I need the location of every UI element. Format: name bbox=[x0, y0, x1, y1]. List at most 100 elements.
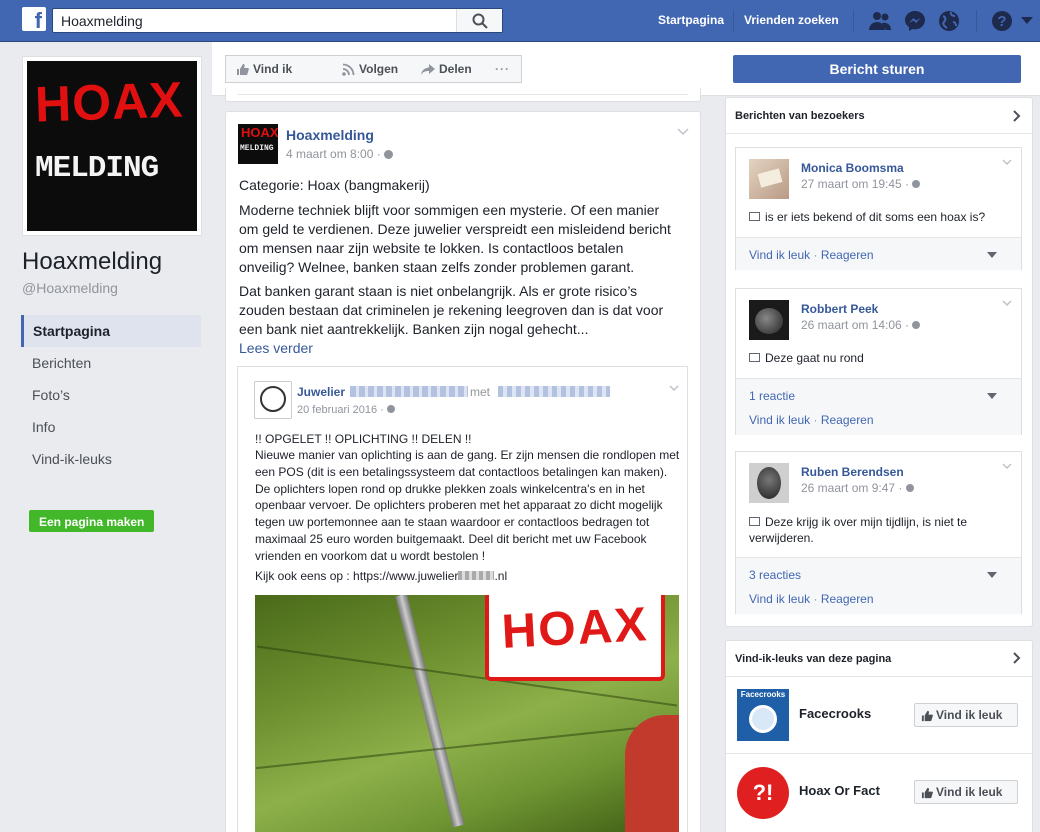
visitor-expand-arrow-icon[interactable] bbox=[987, 572, 997, 578]
visitor-like-link[interactable]: Vind ik leuk bbox=[749, 592, 810, 606]
visitor-like-link[interactable]: Vind ik leuk bbox=[749, 248, 810, 262]
shared-post-embed[interactable]: Juwelier met 20 februari 2016 · !! OPGEL… bbox=[237, 366, 688, 832]
card-divider bbox=[238, 94, 688, 95]
photo-post-icon bbox=[749, 353, 760, 362]
visitor-post-2: Robbert Peek 26 maart om 14:06 · Deze ga… bbox=[735, 288, 1022, 435]
create-page-button[interactable]: Een pagina maken bbox=[29, 510, 155, 532]
help-icon[interactable]: ? bbox=[991, 10, 1013, 32]
juwelier-avatar[interactable] bbox=[254, 381, 292, 419]
post-author-name[interactable]: Hoaxmelding bbox=[286, 127, 374, 143]
visitor-avatar-monica[interactable] bbox=[749, 159, 789, 199]
visitor-name-ruben[interactable]: Ruben Berendsen bbox=[801, 465, 904, 479]
visitor-time-monica[interactable]: 27 maart om 19:45 · bbox=[801, 177, 921, 191]
left-nav-fotos[interactable]: Foto’s bbox=[21, 379, 201, 411]
avatar-detail bbox=[755, 308, 783, 334]
photo-pole bbox=[395, 595, 465, 828]
visitor-reactions-link[interactable]: 3 reacties bbox=[749, 568, 801, 582]
visitor-expand-arrow-icon[interactable] bbox=[987, 393, 997, 399]
left-nav-info[interactable]: Info bbox=[21, 411, 201, 443]
section-divider bbox=[726, 133, 1032, 134]
visitor-time-text: 26 maart om 9:47 · bbox=[801, 481, 906, 495]
hoaxmelding-logo-image: HOAX MELDING bbox=[27, 61, 197, 231]
visitor-actions: Vind ik leuk · Reageren bbox=[749, 413, 874, 427]
visitor-time-ruben[interactable]: 26 maart om 9:47 · bbox=[801, 481, 914, 495]
avatar-text-hoax: HOAX bbox=[241, 125, 278, 140]
shared-link-prefix: Kijk ook eens op : https://www.juwelier bbox=[255, 569, 459, 583]
top-navigation-bar: f Startpagina Vrienden zoeken ? bbox=[0, 0, 1040, 42]
chevron-right-icon[interactable] bbox=[1013, 110, 1021, 122]
visitor-time-robbert[interactable]: 26 maart om 14:06 · bbox=[801, 318, 921, 332]
hoax-or-fact-logo[interactable]: ?! bbox=[737, 767, 789, 819]
more-actions-button[interactable]: ··· bbox=[484, 55, 522, 83]
visitor-reactions-link[interactable]: 1 reactie bbox=[749, 389, 795, 403]
like-hoax-or-fact-button[interactable]: Vind ik leuk bbox=[914, 780, 1018, 804]
left-nav-vind-ik-leuks[interactable]: Vind-ik-leuks bbox=[21, 446, 121, 486]
liked-page-name-facecrooks[interactable]: Facecrooks bbox=[799, 706, 871, 721]
messenger-icon[interactable] bbox=[904, 10, 926, 32]
visitor-options-chevron-icon[interactable] bbox=[1002, 463, 1012, 470]
search-button[interactable] bbox=[456, 9, 502, 32]
facebook-logo-icon[interactable]: f bbox=[22, 7, 46, 31]
account-dropdown-arrow-icon[interactable] bbox=[1021, 17, 1033, 25]
follow-button[interactable]: Volgen bbox=[329, 55, 412, 83]
thumbs-up-icon bbox=[921, 787, 933, 798]
visitor-text-ruben: Deze krijg ik over mijn tijdlijn, is nie… bbox=[749, 514, 1011, 546]
shared-post-time[interactable]: 20 februari 2016 · bbox=[297, 404, 395, 416]
post-options-chevron-icon[interactable] bbox=[677, 128, 689, 136]
search-input[interactable] bbox=[53, 9, 453, 32]
page-handle: @Hoaxmelding bbox=[22, 280, 118, 296]
nav-home-link[interactable]: Startpagina bbox=[658, 13, 724, 27]
post-author-avatar[interactable]: HOAX MELDING bbox=[238, 124, 278, 164]
visitor-time-text: 26 maart om 14:06 · bbox=[801, 318, 913, 332]
like-page-button[interactable]: Vind ik leuk bbox=[225, 55, 330, 102]
visitor-text-robbert: Deze gaat nu rond bbox=[749, 351, 1014, 365]
page-likes-title[interactable]: Vind-ik-leuks van deze pagina bbox=[735, 653, 891, 665]
shared-link-suffix: .nl bbox=[494, 569, 508, 583]
visitor-actions-bar: 3 reacties Vind ik leuk · Reageren bbox=[736, 557, 1021, 614]
notifications-globe-icon[interactable] bbox=[938, 10, 960, 32]
shared-options-chevron-icon[interactable] bbox=[669, 385, 679, 392]
shared-author-name[interactable]: Juwelier bbox=[297, 385, 345, 399]
photo-red-bag bbox=[625, 715, 679, 832]
blurred-author-name bbox=[350, 386, 468, 397]
thumbs-up-icon bbox=[921, 710, 933, 721]
visitor-posts-title[interactable]: Berichten van bezoekers bbox=[735, 110, 865, 122]
profile-picture[interactable]: HOAX MELDING bbox=[22, 56, 202, 236]
visitor-options-chevron-icon[interactable] bbox=[1002, 300, 1012, 307]
visitor-avatar-ruben[interactable] bbox=[749, 463, 789, 503]
visitor-text-monica: is er iets bekend of dit soms een hoax i… bbox=[749, 210, 1014, 224]
liked-page-name-hoax-or-fact[interactable]: Hoax Or Fact bbox=[799, 783, 880, 798]
visitor-like-link[interactable]: Vind ik leuk bbox=[749, 413, 810, 427]
post-time[interactable]: 4 maart om 8:00 · bbox=[286, 147, 394, 161]
visitor-time-text: 27 maart om 19:45 · bbox=[801, 177, 913, 191]
visitor-avatar-robbert[interactable] bbox=[749, 300, 789, 340]
visitor-actions: Vind ik leuk · Reageren bbox=[749, 248, 874, 262]
facecrooks-logo-text: Facecrooks bbox=[740, 690, 786, 699]
visitor-reply-link[interactable]: Reageren bbox=[821, 413, 874, 427]
visitor-options-chevron-icon[interactable] bbox=[1002, 159, 1012, 166]
share-button[interactable]: Delen bbox=[411, 55, 485, 83]
separator-dot: · bbox=[810, 248, 821, 262]
visitor-name-monica[interactable]: Monica Boomsma bbox=[801, 161, 904, 175]
chevron-right-icon[interactable] bbox=[1013, 652, 1021, 664]
visitor-reply-link[interactable]: Reageren bbox=[821, 248, 874, 262]
left-nav-startpagina[interactable]: Startpagina bbox=[21, 315, 201, 347]
photo-post-icon bbox=[749, 517, 760, 526]
shared-post-photo[interactable]: HOAX bbox=[255, 595, 679, 832]
visitor-expand-arrow-icon[interactable] bbox=[987, 252, 997, 258]
like-facecrooks-button[interactable]: Vind ik leuk bbox=[914, 703, 1018, 727]
left-nav-berichten[interactable]: Berichten bbox=[21, 347, 201, 379]
blurred-location bbox=[498, 386, 610, 397]
visitor-reply-link[interactable]: Reageren bbox=[821, 592, 874, 606]
share-arrow-icon bbox=[421, 63, 435, 75]
visitor-text-content: is er iets bekend of dit soms een hoax i… bbox=[765, 210, 986, 224]
nav-find-friends-link[interactable]: Vrienden zoeken bbox=[744, 13, 839, 27]
read-more-link[interactable]: Lees verder bbox=[239, 339, 313, 358]
visitor-name-robbert[interactable]: Robbert Peek bbox=[801, 302, 878, 316]
section-divider bbox=[726, 753, 1032, 754]
send-message-button[interactable]: Bericht sturen bbox=[733, 55, 1021, 83]
previous-post-card-edge bbox=[225, 88, 701, 102]
facecrooks-logo[interactable]: Facecrooks bbox=[737, 689, 789, 741]
globe-icon bbox=[905, 484, 914, 492]
friend-requests-icon[interactable] bbox=[868, 10, 892, 32]
